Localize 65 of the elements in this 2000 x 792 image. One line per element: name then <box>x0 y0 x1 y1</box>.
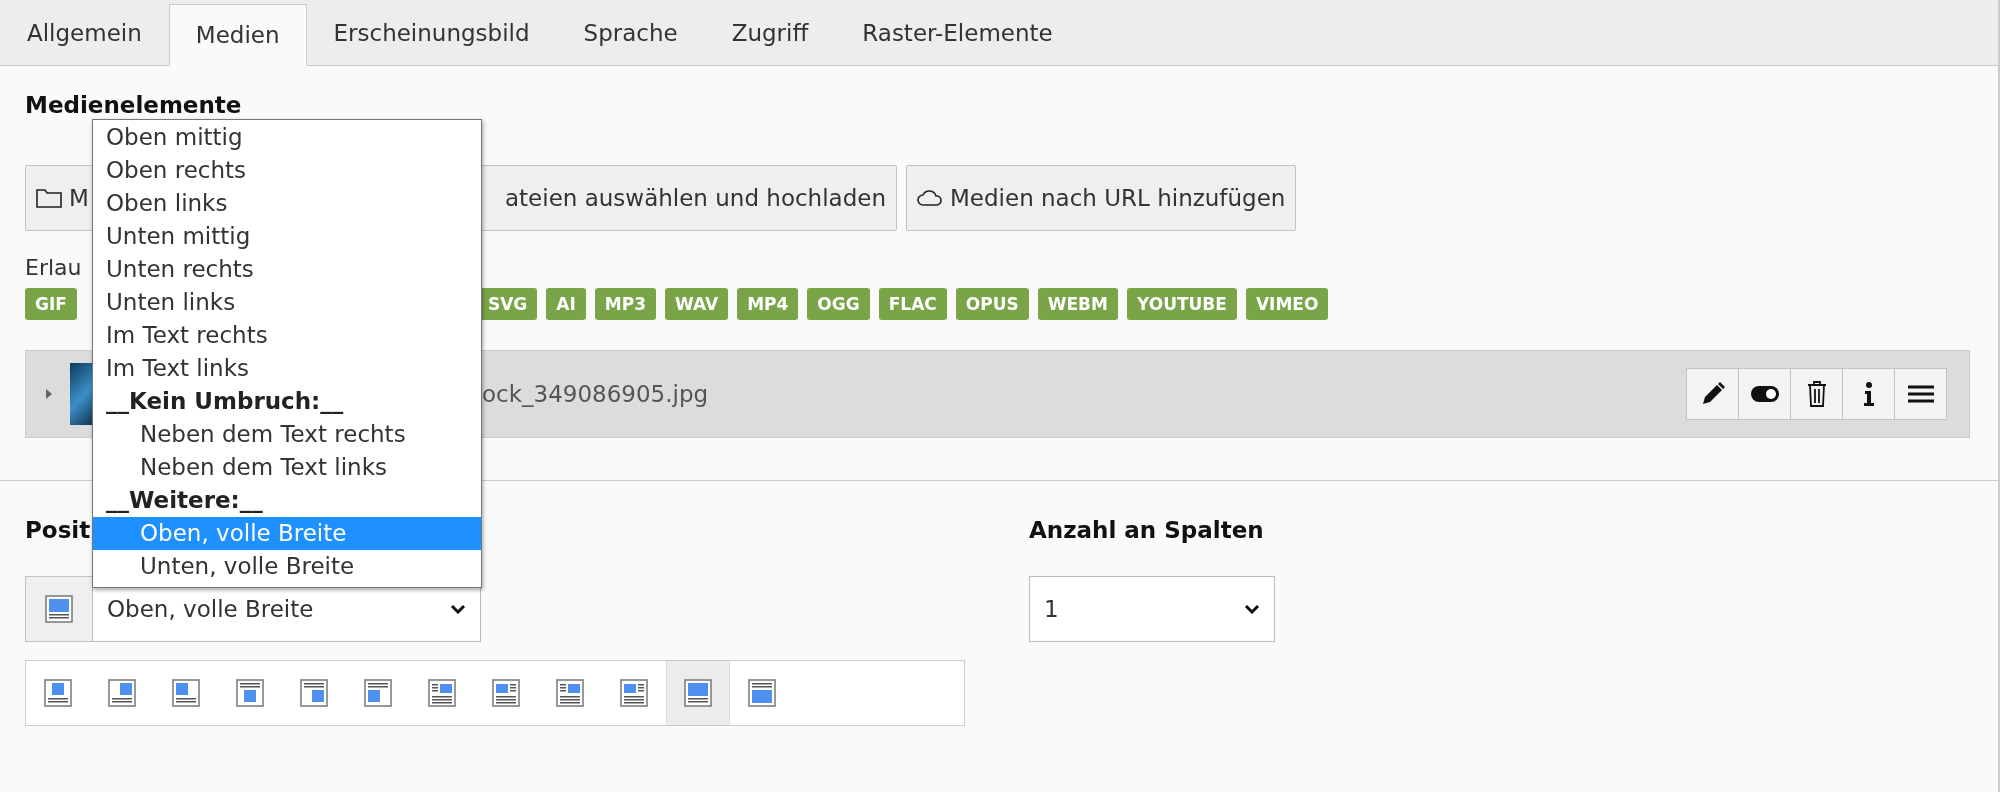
layout-icon <box>45 595 73 623</box>
edit-button[interactable] <box>1686 368 1739 420</box>
cloud-icon <box>917 189 943 207</box>
menu-icon <box>1906 385 1935 403</box>
info-icon <box>1862 381 1875 407</box>
folder-icon <box>36 188 62 208</box>
media-button[interactable]: Medien nach URL hinzufügen <box>906 165 1297 231</box>
layout-icon <box>748 679 776 707</box>
info-button[interactable] <box>1842 368 1895 420</box>
layout-icon <box>44 679 72 707</box>
tab[interactable]: Sprache <box>556 0 705 65</box>
dropdown-option[interactable]: Unten links <box>93 286 481 319</box>
trash-icon <box>1805 380 1828 408</box>
tab[interactable]: Erscheinungsbild <box>306 0 557 65</box>
file-type-tag: MP4 <box>737 288 799 320</box>
section-title: Medienelemente <box>25 94 242 117</box>
toggle-button[interactable] <box>1738 368 1791 420</box>
layout-icon <box>492 679 520 707</box>
layout-icon <box>364 679 392 707</box>
file-type-tag: FLAC <box>878 288 947 320</box>
dropdown-option[interactable]: Oben mittig <box>93 121 481 154</box>
file-type-tag: VIMEO <box>1245 288 1329 320</box>
dropdown-option[interactable]: Neben dem Text links <box>93 451 481 484</box>
file-type-tag: GIF <box>25 288 77 320</box>
dropdown-option[interactable]: Unten rechts <box>93 253 481 286</box>
layout-icon <box>236 679 264 707</box>
dropdown-option[interactable]: Unten, volle Breite <box>93 550 481 583</box>
file-type-tag: YOUTUBE <box>1127 288 1237 320</box>
file-type-tag: WAV <box>664 288 729 320</box>
dropdown-option[interactable]: Oben links <box>93 187 481 220</box>
toggle-icon <box>1749 385 1780 403</box>
delete-button[interactable] <box>1790 368 1843 420</box>
tab[interactable]: Allgemein <box>0 0 169 65</box>
dropdown-option[interactable]: Im Text rechts <box>93 319 481 352</box>
drag-handle-button[interactable] <box>1894 368 1947 420</box>
file-type-tag: OGG <box>807 288 870 320</box>
file-type-tag: MP3 <box>594 288 656 320</box>
dropdown-option[interactable]: Neben dem Text rechts <box>93 418 481 451</box>
chevron-down-icon <box>1244 604 1260 614</box>
dropdown-option[interactable]: Unten mittig <box>93 220 481 253</box>
option-group-label: __Weitere:__ <box>105 486 264 515</box>
option-group-label: __Kein Umbruch:__ <box>105 387 345 416</box>
layout-icon <box>172 679 200 707</box>
field-label: Anzahl an Spalten <box>1029 519 1264 542</box>
allowed-types-label: Erlau <box>25 255 82 280</box>
field-label: Posit <box>25 519 91 542</box>
file-type-tag: WEBM <box>1037 288 1118 320</box>
layout-icon <box>108 679 136 707</box>
tab[interactable]: Medien <box>168 4 307 66</box>
file-name: ock_349086905.jpg <box>482 381 709 407</box>
layout-icon <box>300 679 328 707</box>
layout-icon <box>620 679 648 707</box>
tab[interactable]: Zugriff <box>704 0 836 65</box>
tab[interactable]: Raster-Elemente <box>835 0 1080 65</box>
file-type-tag: OPUS <box>955 288 1029 320</box>
dropdown-option[interactable]: Im Text links <box>93 352 481 385</box>
layout-icon <box>428 679 456 707</box>
columns-select[interactable]: 1 <box>1029 576 1275 642</box>
layout-icon <box>684 679 712 707</box>
caret-right-icon[interactable] <box>44 387 54 401</box>
chevron-down-icon <box>450 604 466 614</box>
layout-option[interactable] <box>666 661 730 725</box>
layout-icon <box>556 679 584 707</box>
file-type-tag: AI <box>546 288 586 320</box>
dropdown-option[interactable]: Oben rechts <box>93 154 481 187</box>
